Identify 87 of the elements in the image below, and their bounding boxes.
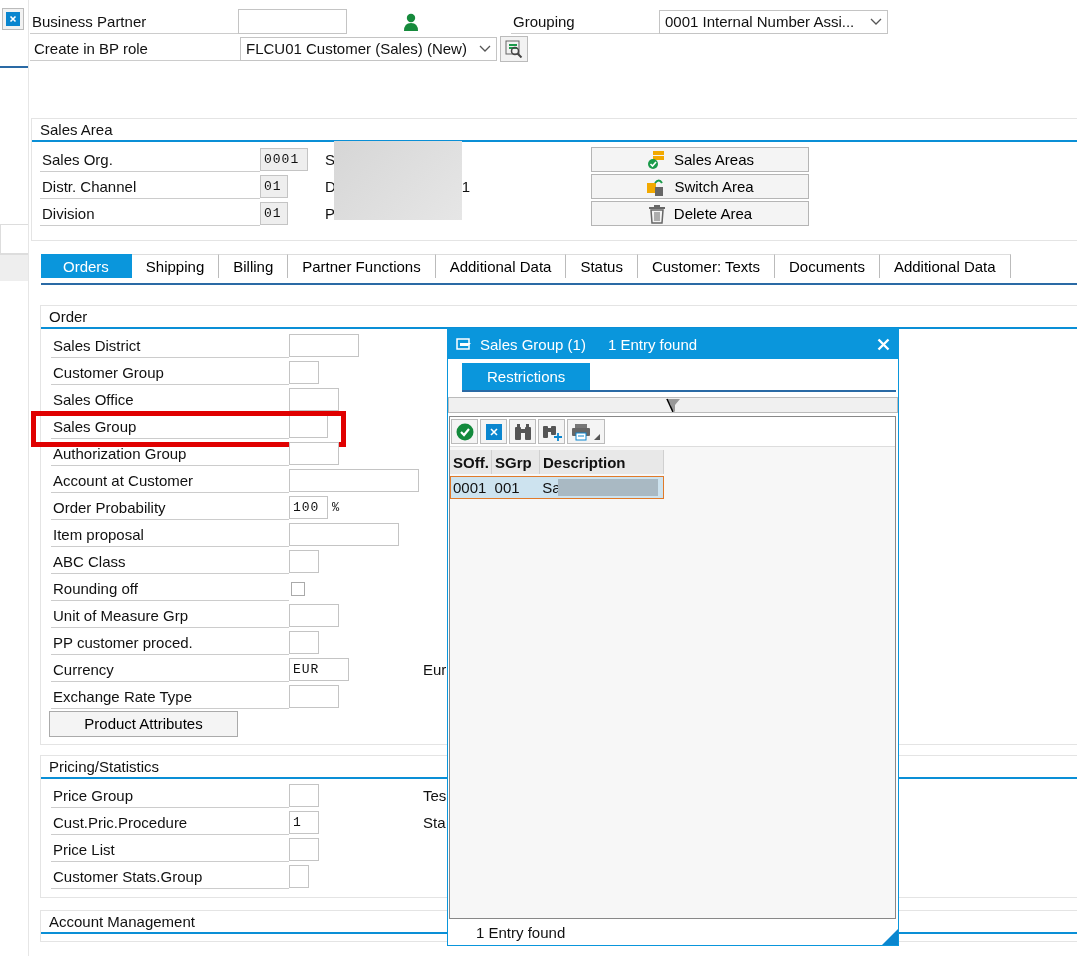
field-label: Customer Stats.Group [51,864,289,889]
column-header[interactable]: SGrp [492,450,540,474]
field-label: Unit of Measure Grp [51,603,289,628]
description-text: 1 [461,178,470,195]
tab[interactable]: Documents [775,254,880,278]
dialog-subtitle: 1 Entry found [607,335,698,353]
area-button[interactable]: Switch Area [591,174,809,199]
area-button[interactable]: Sales Areas [591,147,809,172]
input-field[interactable]: 0001 [260,148,308,171]
tab[interactable]: Shipping [131,254,220,278]
input-field[interactable] [289,604,339,627]
field-label: PP customer proced. [51,630,289,655]
input-field[interactable] [289,361,319,384]
tab[interactable]: Billing [219,254,289,278]
field-label: Account at Customer [51,468,289,493]
cancel-button[interactable] [480,419,507,444]
input-field[interactable]: 01 [260,175,288,198]
description-text: Sta [423,814,446,831]
field-label: Cust.Pric.Procedure [51,810,289,835]
role-dropdown[interactable]: FLCU01 Customer (Sales) (New) [240,36,497,61]
person-icon [404,12,418,31]
input-field[interactable] [289,469,419,492]
field-label: Rounding off [51,576,289,601]
table-cell-text: 001 [493,478,521,498]
field-label: Create in BP role [30,36,240,61]
product-attributes-button[interactable]: Product Attributes [49,710,238,737]
description-text: Tes [423,787,447,804]
unit-label: % [332,500,340,515]
input-field[interactable] [289,631,319,654]
field-label: Distr. Channel [40,174,260,199]
caret-icon [870,17,882,26]
description-text: Eur [423,661,447,678]
resize-grip-icon[interactable] [882,929,898,945]
field-label: Exchange Rate Type [51,684,289,709]
input-field[interactable] [289,523,399,546]
tab[interactable]: Status [566,254,638,278]
confirm-button[interactable] [451,419,478,444]
find-next-button[interactable] [538,419,565,444]
check-stack-icon [645,149,666,170]
field-label: Authorization Group [51,441,289,466]
grouping-dropdown[interactable]: 0001 Internal Number Assi... [659,9,888,34]
field-label: Price Group [51,783,289,808]
input-field[interactable]: 01 [260,202,288,225]
tab[interactable]: Additional Data [435,254,567,278]
field-label: Customer Group [51,360,289,385]
input-field[interactable] [289,784,319,807]
input-field[interactable]: 100 [289,496,328,519]
field-label: Division [40,201,260,226]
tab[interactable]: Customer: Texts [637,254,775,278]
input-field[interactable] [289,388,339,411]
input-field[interactable] [289,685,339,708]
input-field[interactable] [289,415,328,438]
checkbox[interactable] [291,581,305,596]
input-field[interactable]: 1 [289,811,319,834]
input-field[interactable] [289,550,319,573]
input-field[interactable] [289,838,319,861]
input-field[interactable] [289,865,309,888]
window-icon [456,338,472,350]
binoculars-button[interactable] [509,419,536,444]
field-label: Item proposal [51,522,289,547]
column-header[interactable]: Description [540,450,664,474]
field-label: Sales Org. [40,147,260,172]
field-label: Order Probability [51,495,289,520]
field-label: Currency [51,657,289,682]
area-button[interactable]: Delete Area [591,201,809,226]
search-button[interactable] [500,35,528,62]
field-label: Sales District [51,333,289,358]
tab[interactable]: Additional Data [879,254,1011,278]
funnel-icon[interactable] [666,398,680,412]
column-header[interactable]: SOff. [450,450,492,474]
field-label: Sales Group [51,414,289,439]
print-menu-button[interactable] [567,419,605,444]
caret-icon [479,44,491,53]
close-button[interactable] [2,8,24,30]
table-cell-text: 0001 [452,478,488,498]
description-text: P [325,205,335,222]
dialog-title: Sales Group (1) [480,335,586,353]
input-field[interactable] [289,442,339,465]
trash-icon [647,203,666,224]
field-label: Grouping [511,9,659,34]
input-field[interactable]: EUR [289,658,349,681]
field-label: ABC Class [51,549,289,574]
field-label: Price List [51,837,289,862]
input-field[interactable] [289,334,359,357]
tab[interactable]: Partner Functions [288,254,436,278]
description-text: S [325,151,335,168]
input-field[interactable] [238,9,347,34]
